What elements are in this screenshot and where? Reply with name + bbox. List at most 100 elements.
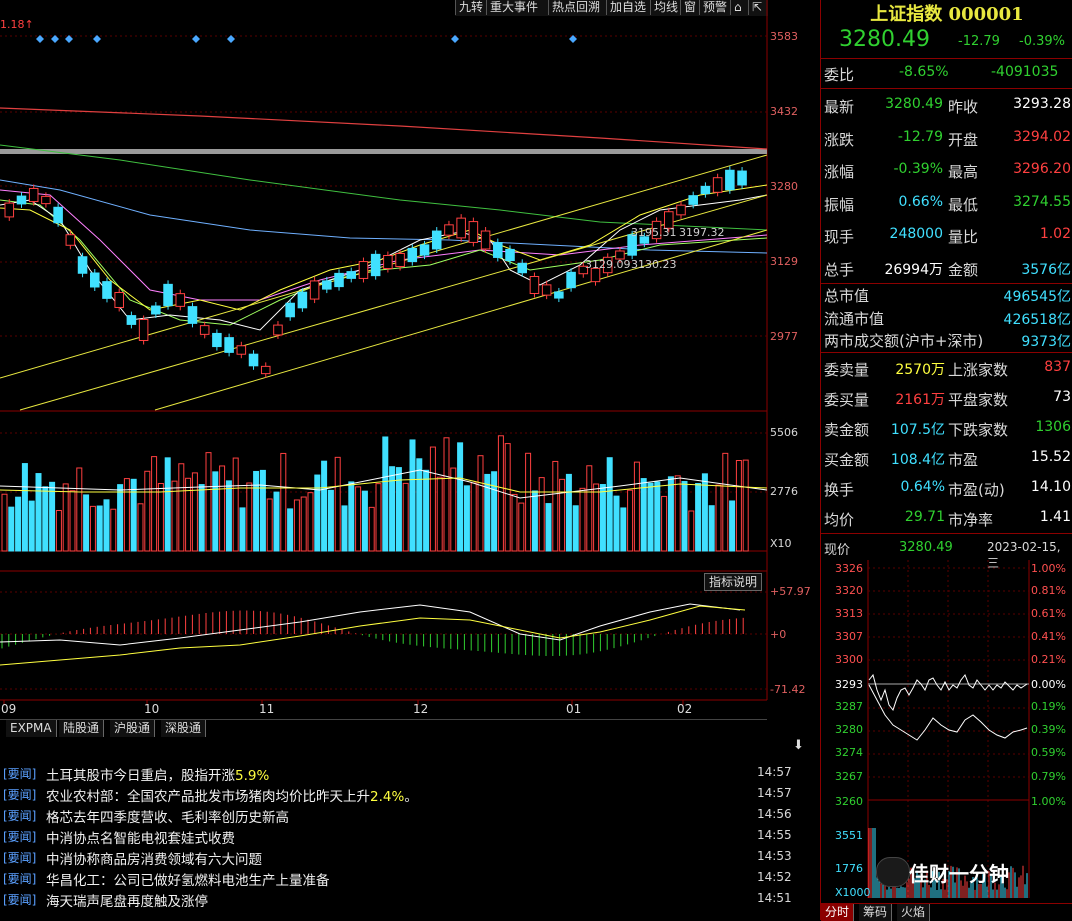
volume-bar	[525, 452, 532, 552]
volume-bar	[178, 463, 185, 552]
macd-tick: -71.42	[770, 683, 806, 696]
candle	[16, 195, 27, 205]
volume-bar	[647, 482, 654, 552]
volume-bar	[708, 505, 715, 552]
news-item[interactable]: [要闻] 农业农村部：全国农产品批发市场猪肉均价比昨天上升2.4%。 14:57	[0, 783, 795, 804]
volume-bar	[321, 460, 328, 552]
intraday-price: 3280.49	[899, 540, 953, 555]
volume-bar	[402, 482, 409, 552]
quote-row: 涨幅 -0.39% 最高 3296.20	[821, 155, 1072, 185]
volume-bar	[110, 508, 117, 552]
volume-bar	[219, 465, 226, 552]
news-item[interactable]: [要闻] 中消协点名智能电视套娃式收费 14:55	[0, 825, 795, 846]
candle	[370, 253, 381, 277]
kline-panel[interactable]: 九转 重大事件 热点回溯 加自选 均线 窗 预警 ⌂ ⇱ 1.18↑ 3195.…	[0, 0, 820, 920]
tab-hugutong[interactable]: 沪股通	[110, 720, 156, 737]
stat-label: 委买量	[824, 391, 870, 409]
volume-bar	[334, 456, 341, 552]
candle	[309, 280, 320, 300]
volume-bar	[83, 494, 90, 552]
news-item[interactable]: [要闻] 土耳其股市今日重启，股指开涨5.9% 14:57	[0, 762, 795, 783]
volume-bar	[314, 474, 321, 552]
candle	[297, 291, 308, 309]
intraday-label: 现价	[824, 543, 851, 558]
stat-label: 卖金额	[824, 421, 870, 439]
volume-tick: 2776	[770, 485, 798, 498]
candle	[358, 261, 369, 279]
candle	[4, 202, 15, 218]
candle	[493, 242, 503, 258]
volume-bar	[273, 491, 280, 552]
volume-bar	[361, 490, 368, 552]
candle	[41, 195, 51, 205]
volume-bar	[497, 435, 504, 552]
volume-bar	[21, 463, 28, 552]
volume-bar	[729, 500, 736, 552]
volume-bar	[28, 500, 35, 552]
candle	[346, 271, 357, 279]
candle	[260, 365, 271, 375]
indicator-help-button[interactable]: 指标说明	[704, 573, 763, 591]
cap-value: 9373亿	[1021, 334, 1071, 350]
stat-label: 下跌家数	[948, 421, 1009, 439]
news-title: 格芯去年四季度营收、毛利率创历史新高	[46, 810, 289, 825]
candle	[456, 217, 466, 239]
volume-tick: 5506	[770, 426, 798, 439]
volume-bar	[157, 482, 164, 552]
quote-label: 开盘	[948, 130, 979, 149]
candle	[688, 195, 698, 205]
volume-bar	[613, 495, 620, 552]
news-time: 14:56	[757, 807, 792, 821]
tab-timeshare[interactable]: 分时	[821, 904, 855, 921]
candle	[737, 170, 747, 186]
volume-bar	[49, 481, 56, 552]
volume-bar	[688, 510, 695, 552]
tab-flame[interactable]: 火焰	[897, 904, 931, 921]
volume-bar	[579, 487, 586, 552]
stat-value: 107.5亿	[890, 422, 945, 438]
month-label: 09	[1, 702, 17, 716]
quote-label: 量比	[948, 228, 979, 246]
tab-shengutong[interactable]: 深股通	[161, 720, 207, 737]
tab-chips[interactable]: 筹码	[859, 904, 893, 921]
tab-lugutong[interactable]: 陆股通	[59, 720, 105, 737]
month-label: 02	[677, 702, 693, 716]
download-icon[interactable]: ⬇	[793, 738, 804, 753]
volume-bar	[382, 436, 389, 552]
intraday-tick: 3293	[835, 678, 863, 691]
volume-bar	[518, 502, 525, 552]
stat-label: 上涨家数	[948, 361, 1009, 379]
price-tick: 3432	[770, 105, 798, 118]
news-item[interactable]: [要闻] 华昌化工：公司已做好氢燃料电池生产上量准备 14:52	[0, 867, 795, 888]
news-tag: [要闻]	[3, 872, 37, 886]
quote-label: 涨幅	[824, 163, 855, 181]
volume-bar	[620, 507, 627, 552]
volume-bar	[389, 466, 396, 552]
candle	[224, 337, 234, 353]
volume-bar	[416, 458, 423, 552]
price-tick: 3129	[770, 255, 798, 268]
volume-bar	[259, 469, 266, 552]
volume-bar	[103, 499, 110, 552]
volume-bar	[225, 480, 232, 552]
weibi-value: -4091035	[991, 64, 1059, 80]
intraday-pct-tick: 0.61%	[1031, 607, 1066, 620]
stat-value: 73	[1053, 389, 1071, 405]
news-tag: [要闻]	[3, 788, 37, 802]
candle	[468, 221, 479, 243]
intraday-tick: 3313	[835, 607, 863, 620]
stat-label: 均价	[824, 511, 855, 529]
news-item[interactable]: [要闻] 格芯去年四季度营收、毛利率创历史新高 14:56	[0, 804, 795, 825]
volume-bar	[300, 496, 307, 552]
stat-row: 委买量 2161万 平盘家数 73	[821, 383, 1072, 413]
news-item[interactable]: [要闻] 中消协称商品房消费领域有六大问题 14:53	[0, 846, 795, 867]
news-tag: [要闻]	[3, 893, 37, 907]
candle	[712, 177, 723, 193]
tab-expma[interactable]: EXPMA	[6, 720, 57, 737]
cap-row: 两市成交额(沪市+深市) 9373亿	[821, 326, 1072, 350]
news-item[interactable]: [要闻] 海天瑞声尾盘再度触及涨停 14:51	[0, 888, 795, 909]
volume-bar	[409, 439, 416, 552]
candle	[407, 247, 418, 263]
volume-bar	[463, 485, 470, 552]
price-change-pct: -0.39%	[1019, 34, 1065, 49]
